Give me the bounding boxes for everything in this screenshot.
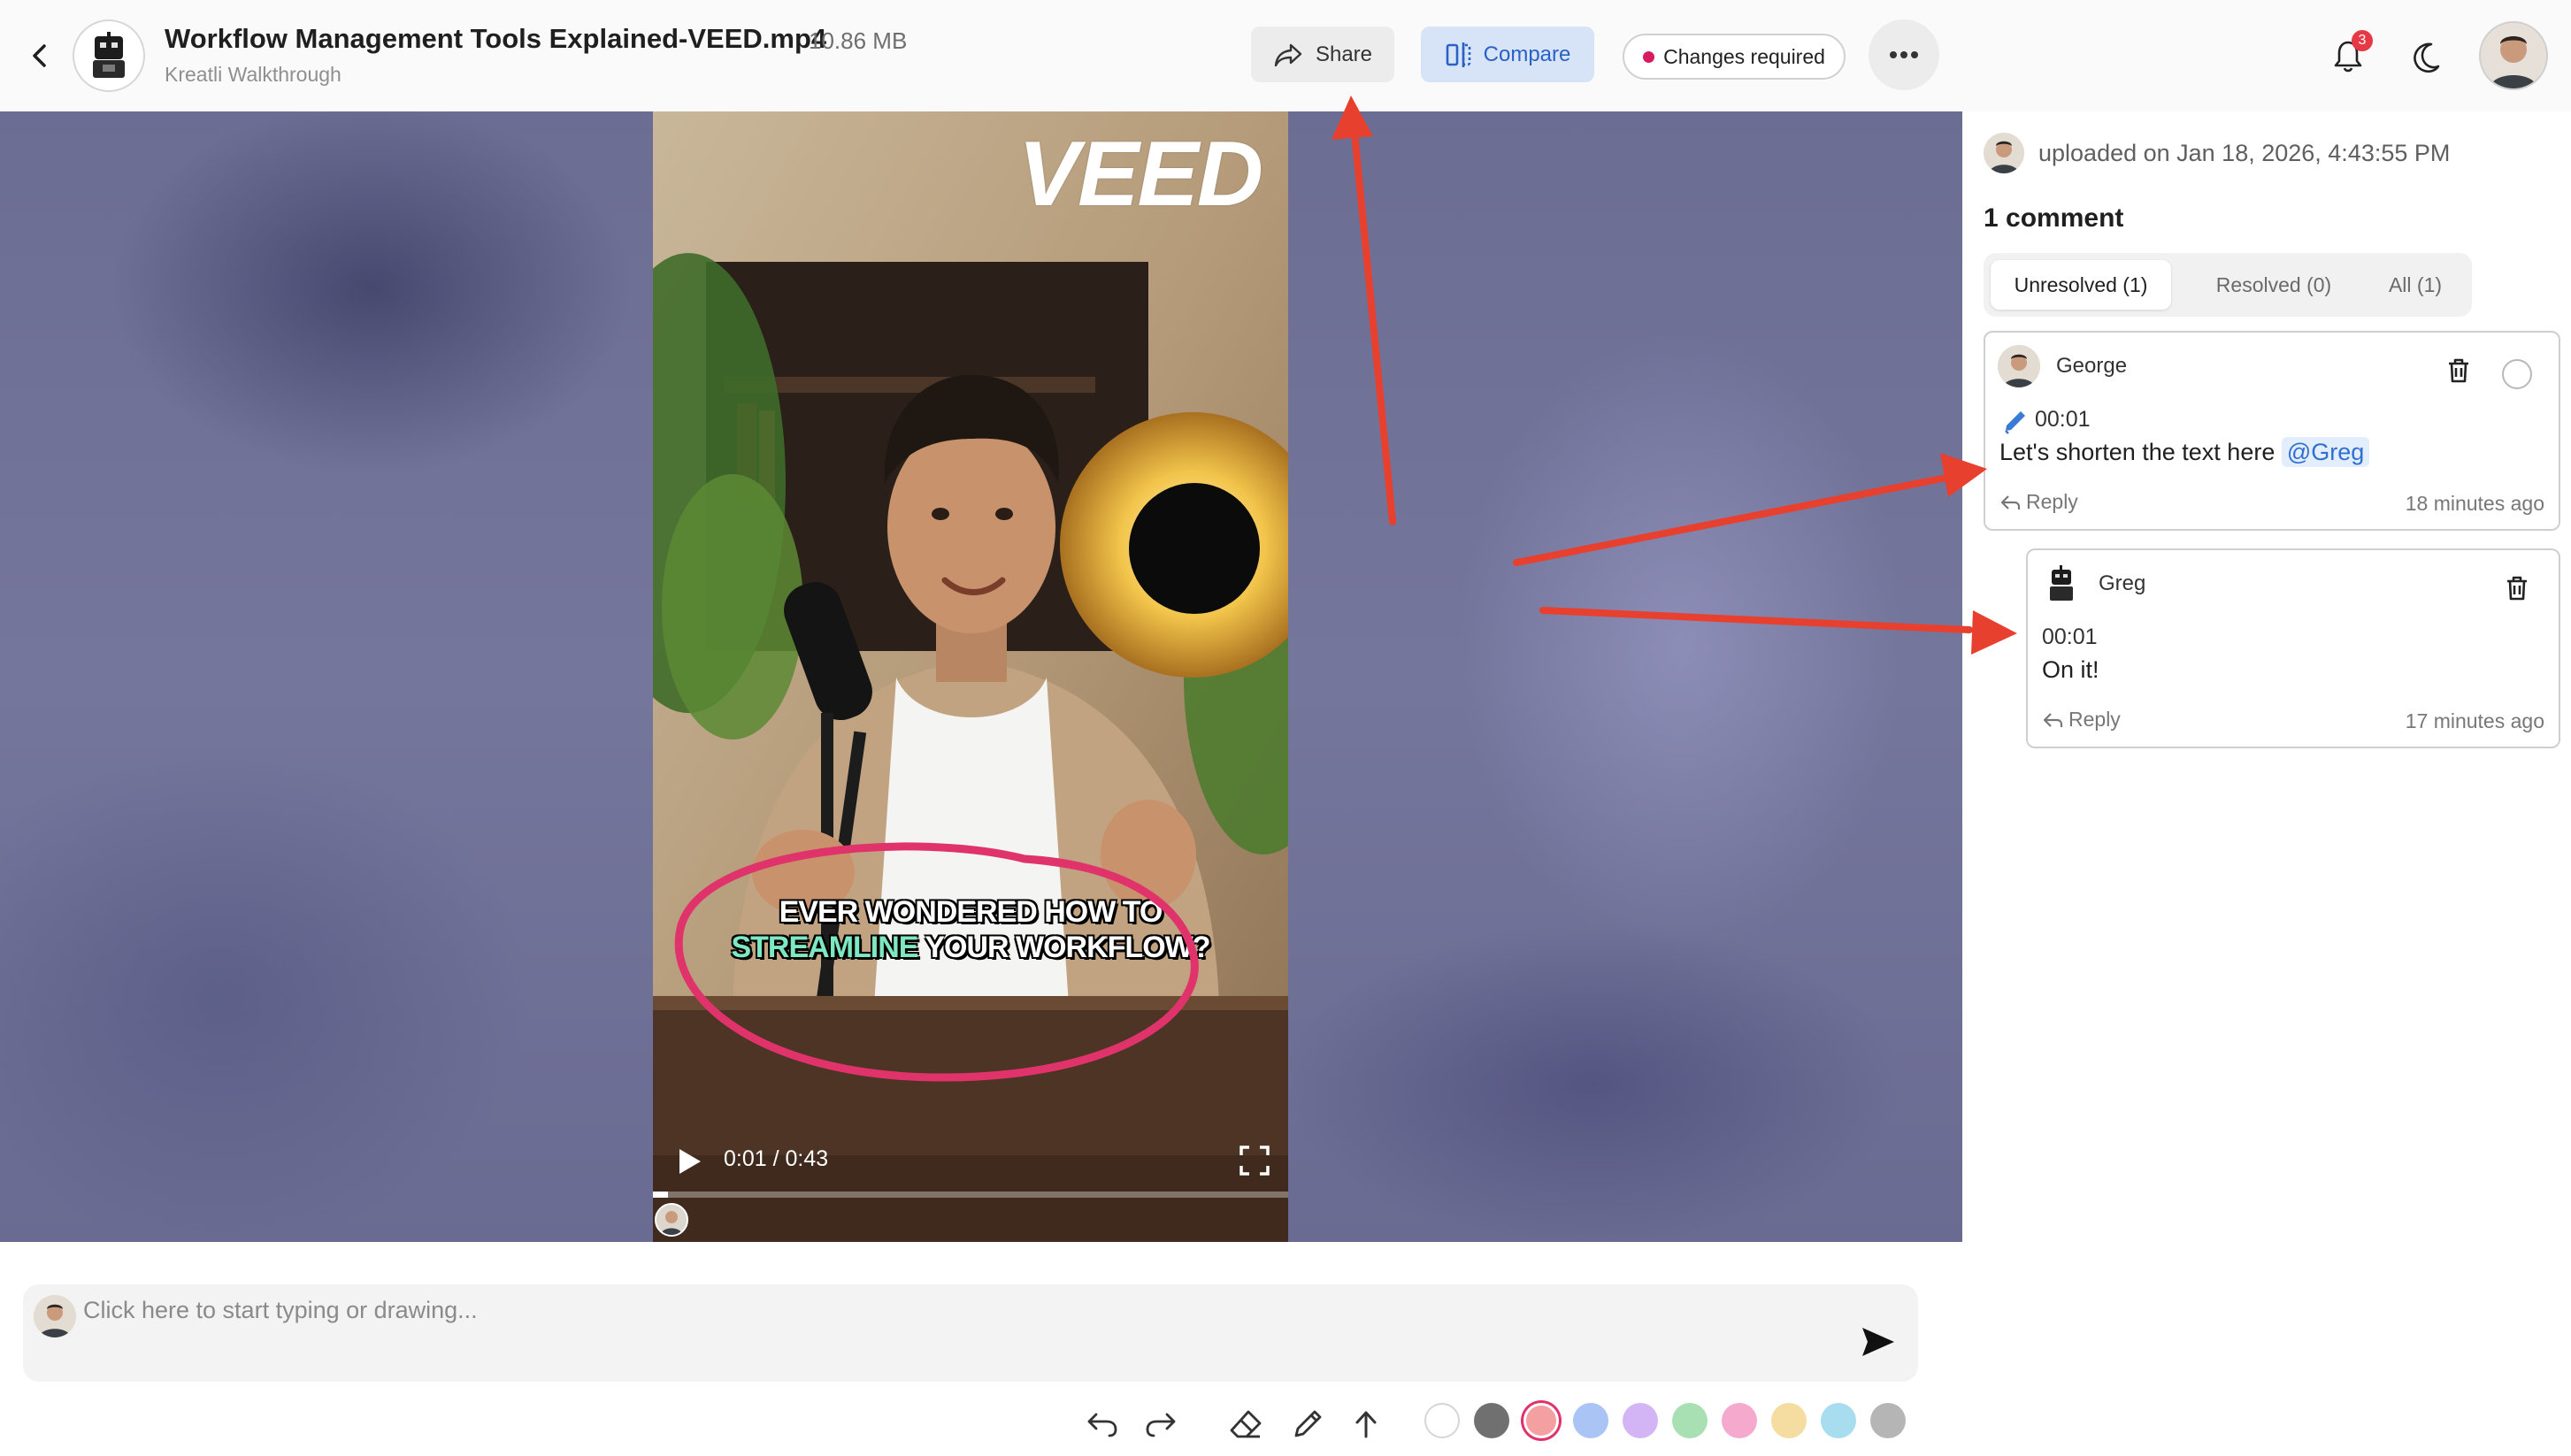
arrow-up-icon bbox=[1355, 1411, 1377, 1438]
file-title: Workflow Management Tools Explained-VEED… bbox=[165, 23, 827, 54]
moon-icon bbox=[2414, 42, 2440, 73]
comment-count: 1 comment bbox=[1984, 203, 2124, 233]
eraser-icon bbox=[1230, 1410, 1262, 1438]
time-display: 0:01 / 0:43 bbox=[724, 1146, 828, 1172]
george-avatar-image bbox=[1998, 345, 2040, 387]
comment-timestamp[interactable]: 00:01 bbox=[2035, 407, 2091, 433]
reply-card[interactable]: Greg 00:01 On it! Reply 17 minutes ago bbox=[2026, 548, 2560, 748]
color-swatch[interactable] bbox=[1474, 1403, 1509, 1438]
comment-card[interactable]: George 00:01 Let's shorten the text here… bbox=[1984, 331, 2560, 531]
delete-comment-icon[interactable] bbox=[2445, 357, 2472, 384]
reply-icon bbox=[2043, 712, 2063, 727]
share-label: Share bbox=[1315, 42, 1373, 66]
uploaded-info: uploaded on Jan 18, 2026, 4:43:55 PM bbox=[2038, 140, 2451, 166]
comment-composer[interactable]: Click here to start typing or drawing... bbox=[23, 1284, 1918, 1382]
user-avatar[interactable] bbox=[2479, 21, 2548, 90]
robot-avatar-icon bbox=[93, 32, 125, 78]
tab-resolved[interactable]: Resolved (0) bbox=[2187, 260, 2360, 310]
delete-reply-icon[interactable] bbox=[2504, 575, 2530, 602]
status-dot bbox=[1643, 50, 1655, 63]
theme-toggle-button[interactable] bbox=[2405, 35, 2447, 78]
play-icon[interactable] bbox=[674, 1146, 704, 1176]
compare-button[interactable]: Compare bbox=[1421, 27, 1594, 82]
back-button[interactable] bbox=[19, 35, 60, 76]
comment-time-ago: 18 minutes ago bbox=[2405, 492, 2544, 515]
comment-marker-icon bbox=[656, 1205, 687, 1235]
share-icon bbox=[1274, 43, 1302, 66]
composer-avatar-image bbox=[34, 1295, 76, 1337]
color-swatch[interactable] bbox=[1870, 1403, 1906, 1438]
compare-icon bbox=[1446, 42, 1470, 67]
share-button[interactable]: Share bbox=[1251, 27, 1394, 82]
more-dots-icon bbox=[1890, 51, 1918, 58]
redo-icon bbox=[1146, 1413, 1176, 1437]
reply-author: Greg bbox=[2099, 571, 2146, 595]
color-swatch[interactable] bbox=[1672, 1403, 1708, 1438]
undo-button[interactable] bbox=[1083, 1405, 1122, 1444]
compare-label: Compare bbox=[1483, 42, 1571, 66]
progress-fill bbox=[653, 1192, 668, 1198]
redo-button[interactable] bbox=[1141, 1405, 1180, 1444]
file-size: 10.86 MB bbox=[809, 27, 908, 54]
pen-icon bbox=[1294, 1410, 1322, 1437]
comment-filter-tabs: Unresolved (1) Resolved (0) All (1) bbox=[1984, 253, 2472, 317]
color-swatch[interactable] bbox=[1623, 1403, 1658, 1438]
pen-button[interactable] bbox=[1288, 1405, 1327, 1444]
eraser-button[interactable] bbox=[1226, 1405, 1265, 1444]
reply-label: Reply bbox=[2026, 490, 2078, 513]
comments-panel: uploaded on Jan 18, 2026, 4:43:55 PM 1 c… bbox=[1962, 111, 2571, 1456]
fullscreen-icon[interactable] bbox=[1239, 1145, 1270, 1176]
color-swatch[interactable] bbox=[1771, 1403, 1807, 1438]
reply-timestamp[interactable]: 00:01 bbox=[2042, 625, 2098, 650]
color-swatch[interactable] bbox=[1722, 1403, 1757, 1438]
greg-robot-avatar-icon bbox=[2040, 563, 2083, 605]
project-name[interactable]: Kreatli Walkthrough bbox=[165, 63, 342, 87]
reply-button[interactable]: Reply bbox=[1999, 490, 2078, 514]
mention-tag[interactable]: @Greg bbox=[2281, 437, 2370, 467]
back-chevron-icon bbox=[33, 44, 46, 67]
video-player[interactable]: VEED EVER WONDERED HOW TO STREAMLINE YOU… bbox=[653, 111, 1288, 1242]
uploader-avatar-image bbox=[1984, 133, 2024, 173]
comment-input[interactable]: Click here to start typing or drawing... bbox=[83, 1297, 478, 1324]
comment-author: George bbox=[2056, 354, 2128, 378]
tab-unresolved[interactable]: Unresolved (1) bbox=[1991, 260, 2171, 310]
undo-icon bbox=[1087, 1413, 1117, 1437]
notification-badge: 3 bbox=[2352, 30, 2373, 51]
project-avatar[interactable] bbox=[73, 19, 145, 92]
comment-marker-avatar[interactable] bbox=[655, 1203, 688, 1237]
tab-all[interactable]: All (1) bbox=[2366, 260, 2465, 310]
color-swatch[interactable] bbox=[1573, 1403, 1608, 1438]
comment-text: Let's shorten the text here @Greg bbox=[1999, 437, 2370, 467]
comment-body: Let's shorten the text here bbox=[1999, 439, 2276, 465]
drawing-pen-icon bbox=[2005, 411, 2025, 434]
comment-author-avatar bbox=[1998, 345, 2040, 387]
notifications-button[interactable]: 3 bbox=[2327, 30, 2373, 78]
color-swatch[interactable] bbox=[1523, 1403, 1559, 1438]
color-swatch[interactable] bbox=[1424, 1403, 1460, 1438]
arrow-tool-button[interactable] bbox=[1347, 1405, 1385, 1444]
time-separator: / bbox=[766, 1146, 786, 1171]
status-label: Changes required bbox=[1663, 44, 1825, 68]
color-swatch[interactable] bbox=[1821, 1403, 1856, 1438]
drawing-annotation bbox=[674, 842, 1199, 1082]
reply-text: On it! bbox=[2042, 656, 2099, 683]
send-icon[interactable] bbox=[1860, 1325, 1897, 1359]
reply-label: Reply bbox=[2068, 708, 2121, 731]
duration: 0:43 bbox=[785, 1146, 829, 1171]
reply-button[interactable]: Reply bbox=[2042, 708, 2121, 732]
uploader-avatar bbox=[1984, 133, 2024, 173]
more-options-button[interactable] bbox=[1869, 19, 1939, 90]
user-avatar-image bbox=[2481, 23, 2546, 88]
current-time: 0:01 bbox=[724, 1146, 767, 1171]
progress-bar[interactable] bbox=[653, 1192, 1288, 1198]
reply-icon bbox=[2000, 494, 2021, 510]
reply-author-avatar bbox=[2040, 563, 2083, 605]
video-stage[interactable]: VEED EVER WONDERED HOW TO STREAMLINE YOU… bbox=[0, 111, 1962, 1242]
top-bar: Workflow Management Tools Explained-VEED… bbox=[0, 0, 2571, 112]
status-dropdown[interactable]: Changes required bbox=[1623, 34, 1846, 80]
resolve-checkbox[interactable] bbox=[2502, 359, 2532, 389]
composer-avatar bbox=[34, 1295, 76, 1337]
reply-time-ago: 17 minutes ago bbox=[2405, 709, 2544, 732]
